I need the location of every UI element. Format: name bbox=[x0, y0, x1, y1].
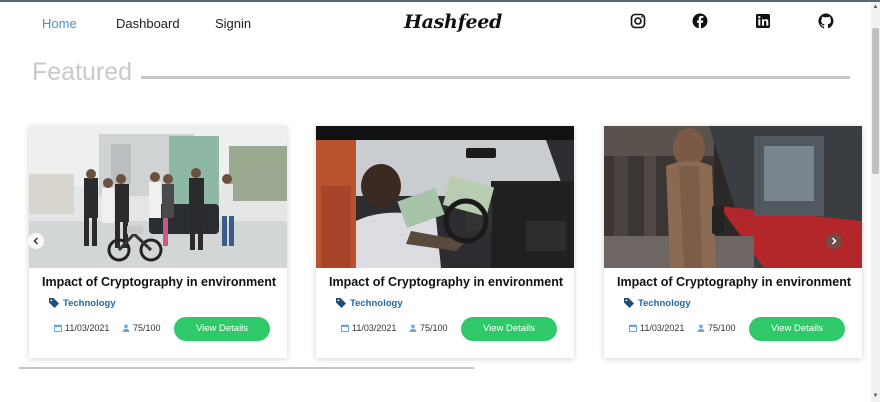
linkedin-icon[interactable] bbox=[755, 13, 771, 29]
article-card[interactable]: Impact of Cryptography in environment Te… bbox=[604, 126, 862, 358]
nav-home-link[interactable]: Home bbox=[42, 16, 77, 31]
scrollbar-thumb[interactable] bbox=[872, 28, 879, 174]
user-icon bbox=[409, 324, 417, 332]
facebook-icon[interactable] bbox=[692, 13, 708, 29]
user-icon bbox=[697, 324, 705, 332]
card-title[interactable]: Impact of Cryptography in environment bbox=[42, 275, 276, 289]
article-card[interactable]: Impact of Cryptography in environment Te… bbox=[29, 126, 287, 358]
category-tag[interactable]: Technology bbox=[335, 296, 403, 310]
page-scrollbar[interactable]: ▲ ▼ bbox=[871, 2, 880, 402]
nav-dashboard-link[interactable]: Dashboard bbox=[116, 16, 180, 31]
calendar-icon bbox=[341, 324, 349, 332]
view-details-button[interactable]: View Details bbox=[174, 317, 270, 341]
card-title[interactable]: Impact of Cryptography in environment bbox=[329, 275, 563, 289]
scroll-up-arrow-icon[interactable]: ▲ bbox=[872, 4, 879, 11]
view-details-button[interactable]: View Details bbox=[749, 317, 845, 341]
user-icon bbox=[122, 324, 130, 332]
views-meta: 75/100 bbox=[409, 322, 448, 334]
chevron-left-icon bbox=[33, 237, 39, 245]
date-meta: 11/03/2021 bbox=[54, 322, 109, 334]
date-meta: 11/03/2021 bbox=[341, 322, 396, 334]
featured-divider bbox=[141, 76, 850, 79]
featured-heading: Featured bbox=[32, 58, 133, 86]
post-date: 11/03/2021 bbox=[352, 323, 397, 333]
article-card[interactable]: Impact of Cryptography in environment Te… bbox=[316, 126, 574, 358]
post-date: 11/03/2021 bbox=[640, 323, 685, 333]
category-tag[interactable]: Technology bbox=[623, 296, 691, 310]
date-meta: 11/03/2021 bbox=[629, 322, 684, 334]
views-meta: 75/100 bbox=[122, 322, 161, 334]
top-border bbox=[0, 0, 880, 2]
views-meta: 75/100 bbox=[697, 322, 736, 334]
tags-icon bbox=[336, 298, 346, 308]
section-divider bbox=[19, 367, 474, 369]
category-label: Technology bbox=[63, 297, 116, 309]
man-in-car-with-cash-photo bbox=[316, 126, 574, 268]
instagram-icon[interactable] bbox=[630, 13, 646, 29]
tags-icon bbox=[624, 298, 634, 308]
carousel-prev-button[interactable] bbox=[28, 233, 44, 249]
card-title[interactable]: Impact of Cryptography in environment bbox=[617, 275, 851, 289]
group-with-motorbike-photo bbox=[29, 126, 287, 268]
post-date: 11/03/2021 bbox=[65, 323, 110, 333]
scroll-down-arrow-icon[interactable]: ▼ bbox=[872, 393, 879, 400]
view-count: 75/100 bbox=[133, 323, 161, 333]
view-count: 75/100 bbox=[420, 323, 448, 333]
category-label: Technology bbox=[350, 297, 403, 309]
chevron-right-icon bbox=[831, 237, 837, 245]
calendar-icon bbox=[629, 324, 637, 332]
category-label: Technology bbox=[638, 297, 691, 309]
person-at-train-station-photo bbox=[604, 126, 862, 268]
github-icon[interactable] bbox=[818, 13, 834, 29]
nav-signin-link[interactable]: Signin bbox=[215, 16, 251, 31]
category-tag[interactable]: Technology bbox=[48, 296, 116, 310]
carousel-next-button[interactable] bbox=[826, 233, 842, 249]
calendar-icon bbox=[54, 324, 62, 332]
tags-icon bbox=[49, 298, 59, 308]
view-details-button[interactable]: View Details bbox=[461, 317, 557, 341]
brand-logo[interactable]: Hashfeed bbox=[404, 11, 502, 33]
view-count: 75/100 bbox=[708, 323, 736, 333]
